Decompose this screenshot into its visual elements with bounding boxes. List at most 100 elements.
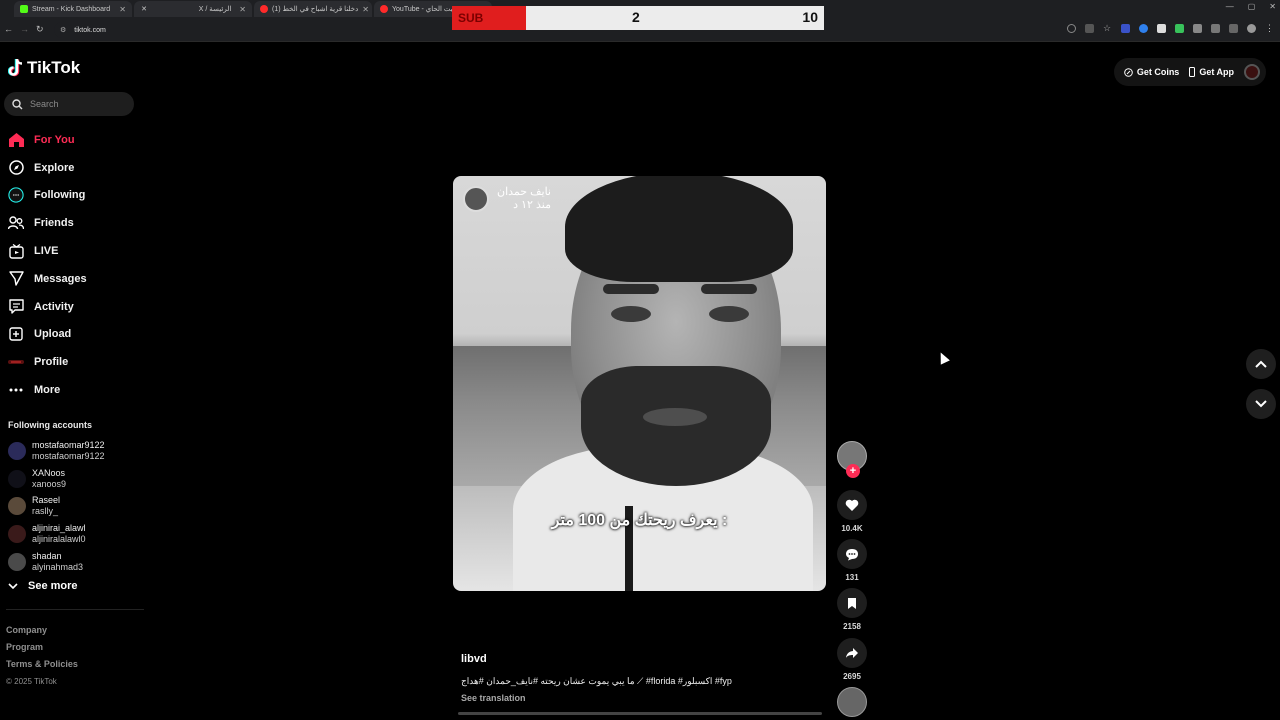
- sidebar-item-label: Profile: [34, 356, 69, 369]
- sidebar-item-messages[interactable]: Messages: [8, 265, 144, 293]
- extension-icon[interactable]: [1193, 24, 1202, 33]
- browser-tab-kick[interactable]: Stream - Kick Dashboard ✕: [14, 1, 132, 17]
- puzzle-icon[interactable]: [1211, 24, 1220, 33]
- extension-icon[interactable]: [1121, 24, 1130, 33]
- video-player[interactable]: نايف حمدان منذ ١٢ د يعرف ريحتك من 100 مت…: [453, 176, 826, 591]
- creator-avatar[interactable]: +: [837, 441, 867, 478]
- like-button[interactable]: 10.4K: [836, 490, 868, 533]
- search-input[interactable]: Search: [4, 92, 134, 116]
- sidebar-item-explore[interactable]: Explore: [8, 154, 144, 182]
- previous-video-button[interactable]: [1246, 349, 1276, 379]
- follow-plus-icon[interactable]: +: [846, 464, 860, 478]
- video-overlay-name: نايف حمدان: [497, 186, 551, 198]
- close-icon[interactable]: ✕: [119, 5, 126, 14]
- see-translation-link[interactable]: See translation: [461, 693, 526, 703]
- list-item[interactable]: XANoos xanoos9: [8, 465, 148, 493]
- youtube-icon: [260, 5, 268, 13]
- account-handle: alyinahmad3: [32, 562, 84, 573]
- share-icon: [837, 638, 867, 668]
- extension-icon[interactable]: [1229, 24, 1238, 33]
- messages-icon: [8, 271, 24, 287]
- account-name: XANoos: [32, 467, 66, 478]
- comment-button[interactable]: 131: [836, 539, 868, 582]
- profile-avatar-icon[interactable]: [1247, 24, 1256, 33]
- sidebar-item-following[interactable]: Following: [8, 182, 144, 210]
- maximize-icon[interactable]: ▢: [1248, 2, 1256, 11]
- get-app-button[interactable]: Get App: [1189, 67, 1234, 77]
- following-accounts-list: mostafaomar9122 mostafaomar9122 XANoos xan…: [8, 437, 148, 576]
- sidebar-item-upload[interactable]: Upload: [8, 321, 144, 349]
- sidebar-item-activity[interactable]: Activity: [8, 293, 144, 321]
- footer-link-company[interactable]: Company: [6, 622, 78, 639]
- extension-icon[interactable]: [1175, 24, 1184, 33]
- see-more-label: See more: [28, 580, 78, 592]
- account-name: aljinirai_alawl: [32, 523, 86, 534]
- menu-dots-icon[interactable]: ⋮: [1265, 24, 1274, 33]
- list-item[interactable]: Raseel raslly_: [8, 493, 148, 521]
- url-text: tiktok.com: [74, 26, 106, 34]
- back-icon[interactable]: ←: [4, 24, 13, 34]
- sidebar-item-label: Messages: [34, 272, 87, 285]
- sidebar-item-for-you[interactable]: For You: [8, 126, 144, 154]
- next-video-button[interactable]: [1246, 389, 1276, 419]
- phone-icon: [1189, 67, 1196, 77]
- avatar: [8, 525, 26, 544]
- footer-link-terms[interactable]: Terms & Policies: [6, 656, 78, 673]
- sidebar-item-label: For You: [34, 133, 75, 146]
- reload-icon[interactable]: ↻: [36, 24, 44, 35]
- youtube-icon: [380, 5, 388, 13]
- list-item[interactable]: mostafaomar9122 mostafaomar9122: [8, 437, 148, 465]
- get-coins-button[interactable]: Get Coins: [1124, 67, 1179, 77]
- sidebar-item-label: Friends: [34, 217, 74, 230]
- list-item[interactable]: shadan alyinahmad3: [8, 548, 148, 576]
- avatar: [8, 553, 26, 572]
- tiktok-logo[interactable]: TikTok: [8, 58, 80, 78]
- forward-icon[interactable]: →: [20, 24, 29, 34]
- chevron-down-icon: [1255, 400, 1267, 408]
- video-subject-eye: [709, 306, 749, 322]
- sidebar-nav: For You Explore Following Friends LIVE M…: [8, 126, 144, 404]
- compass-icon: [8, 160, 24, 176]
- install-icon[interactable]: [1085, 24, 1094, 33]
- sidebar-item-live[interactable]: LIVE: [8, 237, 144, 265]
- video-subject-mouth: [643, 408, 707, 426]
- share-button[interactable]: 2695: [836, 638, 868, 681]
- logo-text: TikTok: [27, 58, 81, 77]
- post-author[interactable]: libvd: [461, 653, 487, 665]
- heart-icon: [837, 490, 867, 520]
- close-icon[interactable]: ✕: [239, 5, 246, 14]
- browser-tab-youtube-1[interactable]: (1) دخلنا قرية اشباح في الخط ✕: [254, 1, 372, 17]
- extension-icon[interactable]: [1139, 24, 1148, 33]
- sub-counter-current: 2: [632, 9, 640, 25]
- extension-icons: ☆ ⋮: [1067, 24, 1274, 33]
- search-icon: [12, 98, 23, 109]
- sub-counter-overlay: SUB 2 10: [452, 6, 824, 30]
- video-subject-eye: [611, 306, 651, 322]
- video-overlay-time: منذ ١٢ د: [513, 199, 551, 211]
- video-actions: + 10.4K 131 2158 2695: [836, 441, 868, 717]
- list-item[interactable]: aljinirai_alawl aljiniralalawl0: [8, 520, 148, 548]
- sidebar-item-more[interactable]: More: [8, 376, 144, 404]
- extension-icon[interactable]: [1157, 24, 1166, 33]
- site-info-icon[interactable]: ⚙: [60, 26, 66, 34]
- tab-title: (1) دخلنا قرية اشباح في الخط: [272, 6, 359, 13]
- next-creator-avatar[interactable]: [837, 687, 867, 717]
- video-progress-bar[interactable]: [458, 712, 822, 715]
- save-button[interactable]: 2158: [836, 588, 868, 631]
- close-icon[interactable]: ✕: [362, 5, 369, 14]
- minimize-icon[interactable]: —: [1226, 2, 1234, 11]
- browser-tab-x[interactable]: ✕ X / الرئيسة ✕: [134, 1, 252, 17]
- sidebar-item-friends[interactable]: Friends: [8, 209, 144, 237]
- zoom-icon[interactable]: [1067, 24, 1076, 33]
- tiktok-note-icon: [8, 58, 23, 77]
- following-icon: [8, 187, 24, 204]
- sidebar-item-label: Following: [34, 189, 86, 202]
- sidebar-item-profile[interactable]: Profile: [8, 348, 144, 376]
- comment-count: 131: [845, 573, 859, 582]
- see-more-button[interactable]: See more: [8, 580, 78, 592]
- user-avatar[interactable]: [1244, 64, 1260, 80]
- footer-link-program[interactable]: Program: [6, 639, 78, 656]
- bookmark-star-icon[interactable]: ☆: [1103, 24, 1112, 33]
- close-window-icon[interactable]: ✕: [1269, 2, 1276, 11]
- tab-title: YouTube - بيت الحاي: [392, 6, 455, 13]
